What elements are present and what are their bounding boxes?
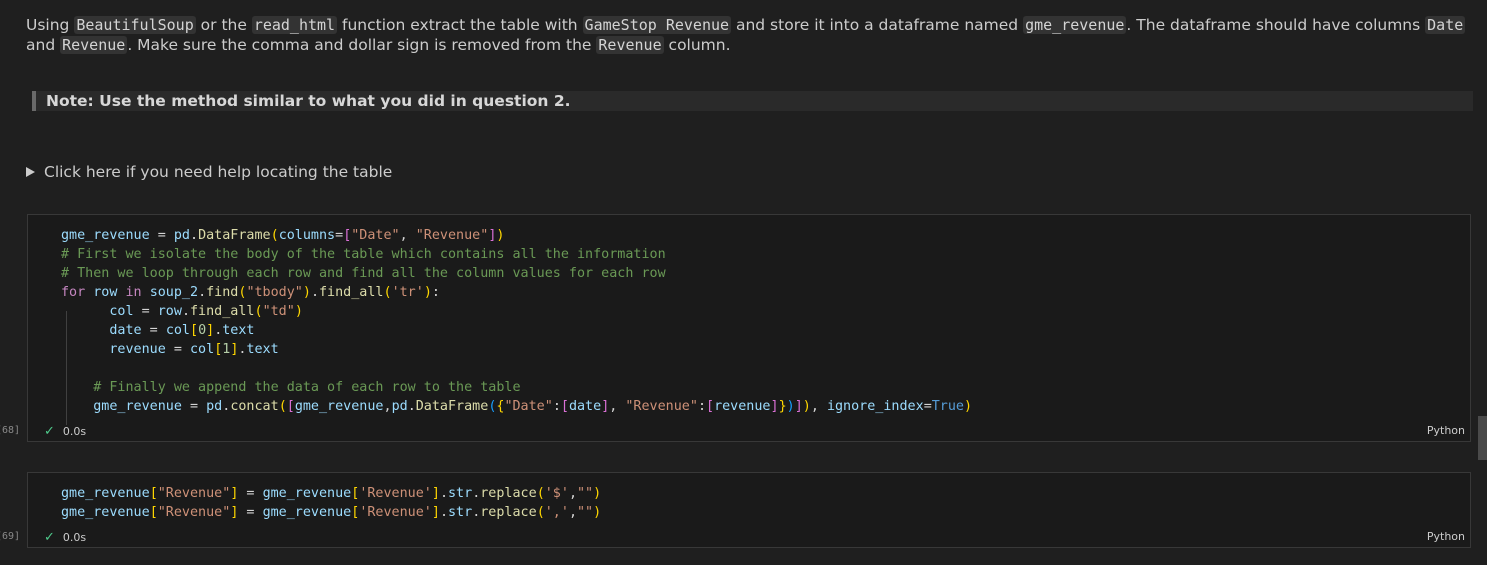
language-selector[interactable]: Python: [1427, 424, 1465, 437]
text: . The dataframe should have columns: [1126, 16, 1426, 34]
execution-count: [68]: [0, 425, 21, 436]
inline-code: GameStop Revenue: [582, 16, 732, 34]
code-cell[interactable]: gme_revenue["Revenue"] = gme_revenue['Re…: [27, 472, 1471, 548]
text: and store it into a dataframe named: [731, 16, 1024, 34]
execution-time: 0.0s: [62, 531, 87, 544]
text: and: [26, 36, 61, 54]
inline-code: Revenue: [60, 36, 128, 54]
execution-count: [69]: [0, 531, 21, 542]
inline-code: Date: [1425, 16, 1466, 34]
code-cell[interactable]: gme_revenue = pd.DataFrame(columns=["Dat…: [27, 214, 1471, 442]
text: column.: [663, 36, 731, 54]
code-editor[interactable]: gme_revenue = pd.DataFrame(columns=["Dat…: [61, 226, 972, 416]
inline-code: read_html: [251, 16, 338, 34]
text: Using: [26, 16, 75, 34]
inline-code: gme_revenue: [1023, 16, 1127, 34]
triangle-right-icon: [26, 167, 35, 177]
note-blockquote: Note: Use the method similar to what you…: [32, 91, 1473, 111]
language-selector[interactable]: Python: [1427, 530, 1465, 543]
inline-code: BeautifulSoup: [74, 16, 196, 34]
execution-status: ✓ 0.0s: [44, 530, 86, 545]
execution-time: 0.0s: [62, 425, 87, 438]
markdown-paragraph: Using BeautifulSoup or the read_html fun…: [26, 15, 1466, 55]
execution-status: ✓ 0.0s: [44, 424, 86, 439]
scrollbar-thumb[interactable]: [1478, 416, 1487, 460]
text: or the: [195, 16, 252, 34]
notebook-view: Using BeautifulSoup or the read_html fun…: [0, 0, 1487, 565]
details-summary: Click here if you need help locating the…: [44, 163, 393, 181]
check-icon: ✓: [44, 530, 55, 545]
details-toggle[interactable]: Click here if you need help locating the…: [26, 161, 392, 183]
text: function extract the table with: [337, 16, 583, 34]
inline-code: Revenue: [596, 36, 664, 54]
check-icon: ✓: [44, 424, 55, 439]
code-editor[interactable]: gme_revenue["Revenue"] = gme_revenue['Re…: [61, 484, 601, 522]
text: . Make sure the comma and dollar sign is…: [127, 36, 597, 54]
